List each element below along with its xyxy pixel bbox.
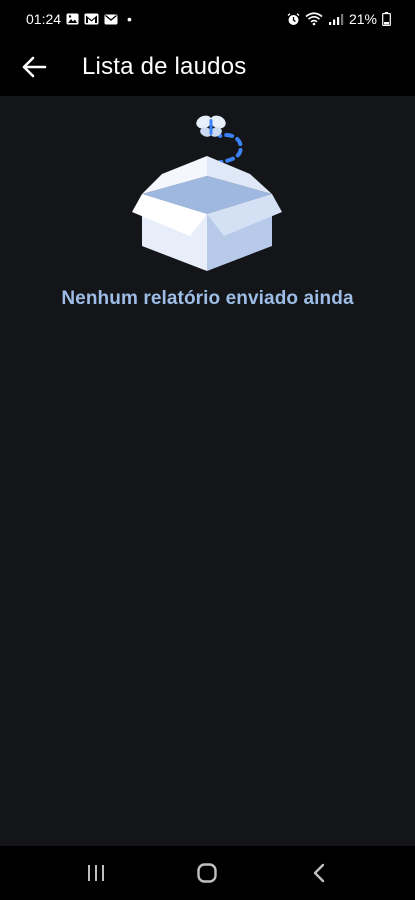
back-button[interactable] [14, 47, 54, 87]
chevron-left-icon [313, 863, 325, 883]
recent-apps-icon [87, 865, 104, 881]
image-icon [66, 13, 79, 25]
empty-box-illustration [132, 115, 282, 271]
empty-state-message: Nenhum relatório enviado ainda [61, 288, 354, 309]
recent-apps-button[interactable] [66, 851, 126, 895]
system-nav-bar [0, 846, 415, 900]
arrow-left-icon [22, 56, 47, 78]
page-title: Lista de laudos [82, 53, 247, 80]
status-right: 21% [287, 11, 391, 27]
home-icon [197, 863, 218, 883]
content-area: Nenhum relatório enviado ainda [0, 96, 415, 846]
wifi-icon [305, 12, 323, 26]
signal-icon [328, 13, 344, 26]
status-dot: • [127, 11, 132, 27]
status-bar: 01:24 • 21% [0, 0, 415, 38]
system-back-button[interactable] [289, 851, 349, 895]
alarm-icon [287, 12, 300, 26]
butterfly-icon [196, 115, 226, 137]
status-time: 01:24 [26, 11, 62, 27]
home-button[interactable] [177, 851, 237, 895]
status-left: 01:24 • [26, 11, 132, 27]
battery-percentage: 21% [348, 11, 377, 27]
mail-icon [104, 14, 118, 25]
gmail-icon [84, 13, 99, 25]
app-bar: Lista de laudos [0, 38, 415, 96]
battery-icon [382, 12, 391, 26]
